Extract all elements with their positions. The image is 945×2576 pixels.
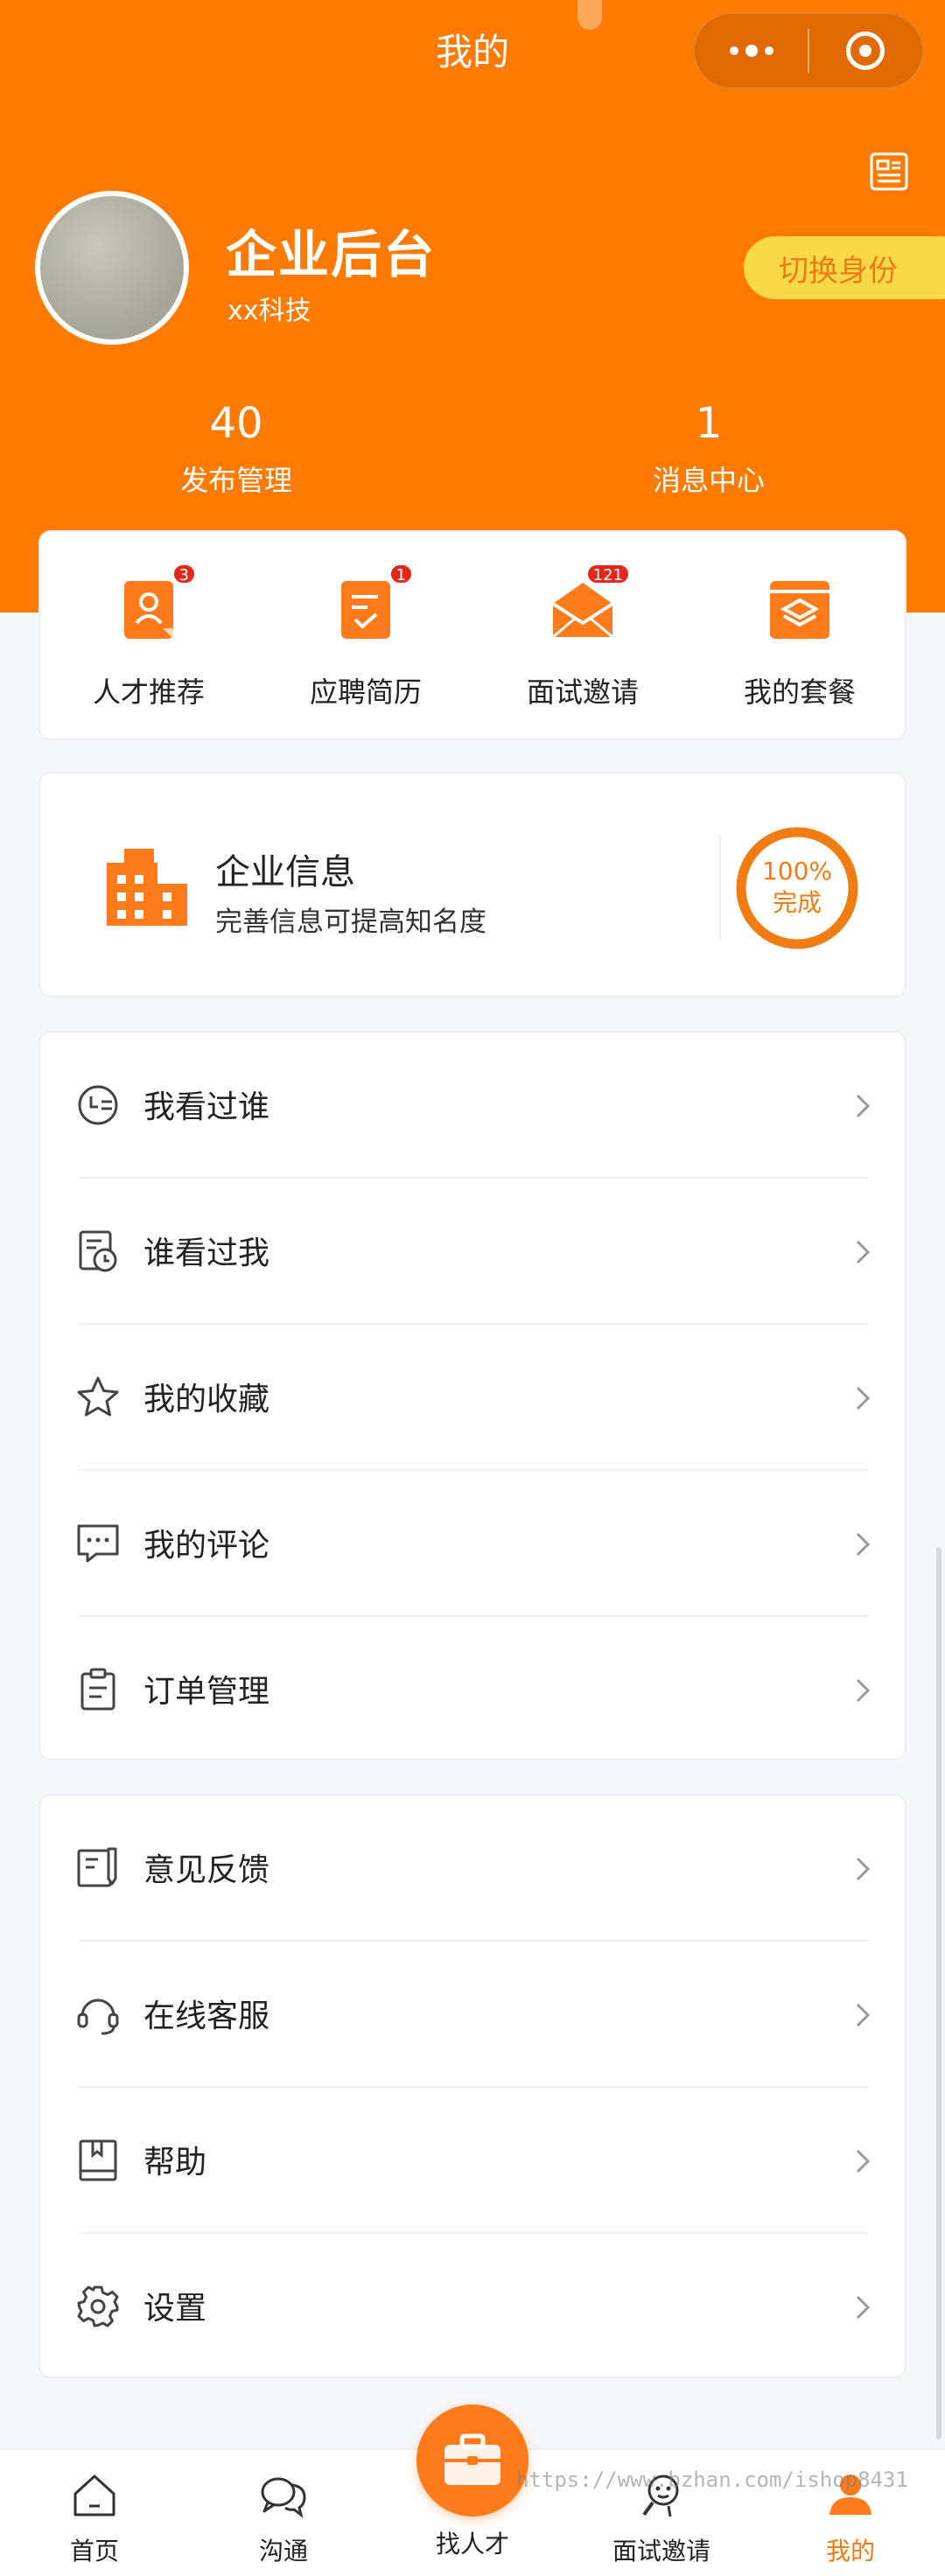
quick-action-talent[interactable]: 3 人才推荐 [40, 564, 257, 710]
tab-label: 我的 [825, 2537, 875, 2566]
comment-icon [77, 1524, 119, 1563]
tab-home[interactable]: 首页 [0, 2469, 189, 2567]
home-icon [74, 2474, 116, 2516]
close-button[interactable] [809, 14, 922, 88]
menu-item-online-service[interactable]: 在线客服 [40, 1942, 905, 2088]
chevron-right-icon [856, 2003, 871, 2027]
stat-label: 消息中心 [652, 464, 765, 497]
quick-action-label: 应聘简历 [309, 676, 422, 709]
mini-program-capsule [693, 12, 924, 89]
gear-icon [77, 2286, 119, 2328]
find-talent-button[interactable] [416, 2404, 528, 2516]
talent-icon: 3 [112, 564, 196, 646]
menu-item-help[interactable]: 帮助 [40, 2088, 905, 2234]
watermark: https://www.bzhan.com/ishop8431 [516, 2468, 908, 2492]
target-icon [846, 32, 886, 70]
tab-chat[interactable]: 沟通 [189, 2469, 378, 2567]
tab-find-talent[interactable]: 找人才 [378, 2525, 567, 2560]
quick-action-interview[interactable]: 121 面试邀请 [474, 564, 691, 710]
chevron-right-icon [856, 2149, 871, 2174]
scrollbar[interactable] [936, 1547, 942, 2440]
menu-item-label: 在线客服 [144, 1998, 270, 2034]
menu-item-label: 订单管理 [144, 1674, 270, 1710]
company-info-subtitle: 完善信息可提高知名度 [215, 906, 486, 938]
chevron-right-icon [856, 1386, 871, 1410]
mail-icon: 121 [546, 564, 630, 646]
qr-code-icon[interactable] [868, 150, 910, 192]
feedback-icon [77, 1847, 117, 1887]
quick-action-label: 人才推荐 [92, 676, 205, 709]
briefcase-icon [444, 2433, 500, 2485]
company-subtitle: xx科技 [228, 296, 312, 326]
tab-label: 沟通 [258, 2537, 308, 2566]
company-info-card[interactable]: 企业信息 完善信息可提高知名度 100% 完成 [38, 772, 906, 998]
company-name: 企业后台 [226, 225, 437, 284]
star-icon [77, 1376, 119, 1417]
menu-item-label: 设置 [144, 2291, 207, 2327]
menu-item-label: 我看过谁 [144, 1089, 270, 1125]
menu-item-label: 帮助 [144, 2145, 207, 2180]
tab-label: 首页 [69, 2537, 119, 2566]
badge-count: 3 [172, 564, 196, 584]
tab-label: 找人才 [435, 2530, 509, 2558]
history-icon [78, 1085, 118, 1125]
menu-item-settings[interactable]: 设置 [40, 2234, 905, 2380]
quick-action-label: 我的套餐 [743, 676, 856, 709]
menu-item-orders[interactable]: 订单管理 [40, 1617, 905, 1763]
menu-item-who-viewed-me[interactable]: 谁看过我 [40, 1179, 905, 1325]
company-info-title: 企业信息 [215, 852, 355, 892]
package-icon [763, 572, 836, 646]
more-dots-icon [729, 45, 774, 57]
badge-count: 1 [388, 564, 413, 584]
chevron-right-icon [856, 1094, 871, 1118]
headset-icon [77, 1998, 119, 2035]
stat-label: 发布管理 [179, 464, 292, 497]
chevron-right-icon [856, 2295, 871, 2320]
completion-text: 100% 完成 [732, 856, 863, 919]
tab-label: 面试邀请 [612, 2537, 710, 2566]
completion-percent: 100% [761, 857, 833, 886]
quick-actions-card: 3 人才推荐 1 应聘简历 121 面试邀请 我的套餐 [38, 530, 906, 740]
building-icon [107, 849, 187, 926]
stat-message-center[interactable]: 1 消息中心 [578, 399, 840, 499]
quick-action-resume[interactable]: 1 应聘简历 [257, 564, 474, 710]
info-divider [719, 835, 721, 940]
resume-icon: 1 [329, 564, 413, 646]
stat-value: 40 [209, 399, 263, 448]
menu-group-activity: 我看过谁 谁看过我 我的收藏 我的评论 订单管理 [38, 1031, 906, 1760]
more-button[interactable] [695, 14, 808, 88]
chevron-right-icon [856, 1532, 871, 1557]
menu-item-favorites[interactable]: 我的收藏 [40, 1325, 905, 1471]
menu-item-who-i-viewed[interactable]: 我看过谁 [40, 1032, 905, 1179]
chat-icon [261, 2477, 306, 2518]
menu-item-label: 我的评论 [144, 1528, 270, 1564]
quick-action-label: 面试邀请 [526, 676, 639, 709]
quick-action-package[interactable]: 我的套餐 [691, 572, 908, 710]
stat-value: 1 [695, 399, 723, 448]
chevron-right-icon [856, 1857, 871, 1881]
chevron-right-icon [856, 1240, 871, 1264]
avatar[interactable] [35, 191, 189, 345]
menu-item-label: 谁看过我 [144, 1236, 270, 1271]
menu-item-label: 意见反馈 [144, 1852, 270, 1888]
switch-identity-button[interactable]: 切换身份 [744, 236, 945, 299]
book-icon [79, 2139, 117, 2181]
viewer-clock-icon [79, 1230, 117, 1272]
badge-count: 121 [585, 564, 630, 584]
profile-page: 我的 企业后台 xx科技 切换身份 40 发布管理 1 消息中心 3 人才推荐 … [0, 0, 945, 2576]
menu-group-support: 意见反馈 在线客服 帮助 设置 [38, 1794, 906, 2378]
menu-item-label: 我的收藏 [144, 1382, 270, 1418]
menu-item-comments[interactable]: 我的评论 [40, 1471, 905, 1617]
stat-publish-management[interactable]: 40 发布管理 [105, 399, 368, 499]
menu-item-feedback[interactable]: 意见反馈 [40, 1796, 905, 1942]
chevron-right-icon [856, 1678, 871, 1703]
completion-label: 完成 [772, 888, 822, 917]
clipboard-icon [80, 1668, 116, 1711]
